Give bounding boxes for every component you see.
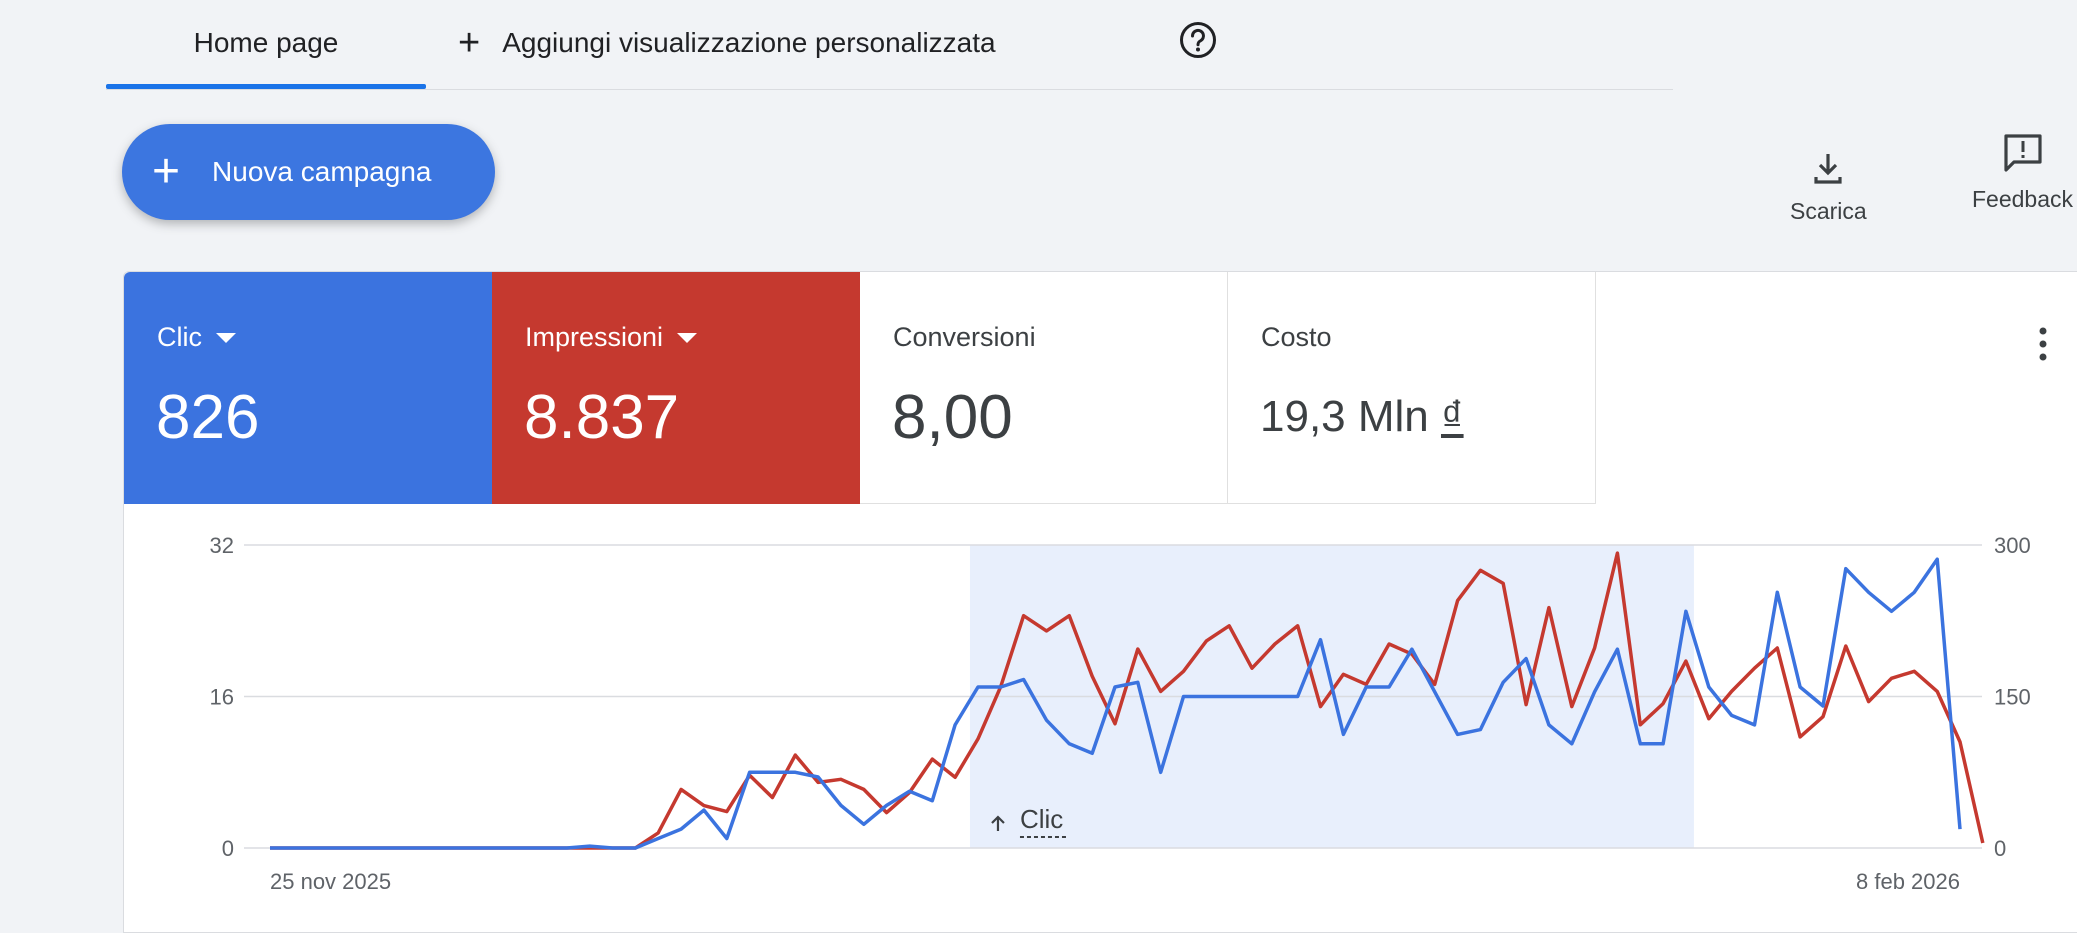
new-campaign-button[interactable]: + Nuova campagna <box>122 124 495 220</box>
tab-add-custom-view[interactable]: + Aggiungi visualizzazione personalizzat… <box>458 0 996 86</box>
download-label: Scarica <box>1790 198 1867 224</box>
annotation-label: Clic <box>1020 804 1063 834</box>
tab-add-custom-view-label: Aggiungi visualizzazione personalizzata <box>502 27 996 58</box>
help-icon[interactable] <box>1179 21 1217 59</box>
active-tab-indicator <box>106 84 426 89</box>
performance-line-chart: 0 0 16 150 32 300 25 nov 2025 8 feb 2026 Clic <box>210 533 2031 894</box>
feedback-label: Feedback <box>1972 186 2074 212</box>
right-tick-label: 150 <box>1994 685 2031 710</box>
right-tick-label: 0 <box>1994 836 2006 861</box>
feedback-button[interactable]: Feedback <box>1972 130 2073 213</box>
plus-icon: + <box>458 22 481 64</box>
right-tick-label: 300 <box>1994 533 2031 558</box>
tab-home-page-label: Home page <box>193 27 339 58</box>
new-campaign-label: Nuova campagna <box>212 156 432 187</box>
feedback-icon <box>2003 134 2042 172</box>
x-start-label: 25 nov 2025 <box>270 869 391 894</box>
view-tabs: Home page + Aggiungi visualizzazione per… <box>106 0 1673 90</box>
download-button[interactable]: Scarica <box>1790 148 1867 225</box>
left-tick-label: 16 <box>210 685 234 710</box>
tab-home-page[interactable]: Home page <box>106 0 426 89</box>
plus-icon: + <box>152 145 181 198</box>
left-tick-label: 0 <box>222 836 234 861</box>
x-end-label: 8 feb 2026 <box>1856 869 1960 894</box>
performance-card: Clic 826 Impressioni 8.837 Conversioni 8… <box>123 271 2077 933</box>
left-tick-label: 32 <box>210 533 234 558</box>
download-icon <box>1814 154 1842 184</box>
